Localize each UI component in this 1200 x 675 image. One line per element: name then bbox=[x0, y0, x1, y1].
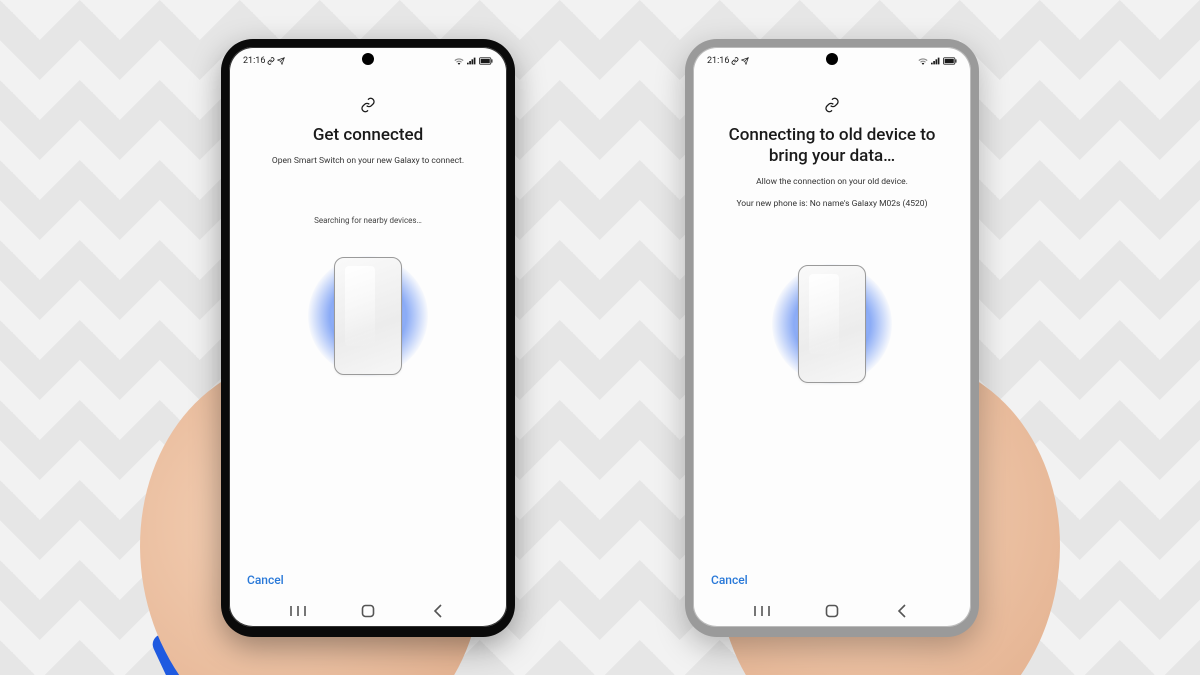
battery-icon bbox=[479, 57, 493, 65]
link-status-icon bbox=[731, 57, 739, 65]
page-title: Connecting to old device to bring your d… bbox=[713, 125, 951, 168]
signal-icon bbox=[467, 57, 476, 65]
back-button[interactable] bbox=[425, 601, 451, 621]
nav-bar bbox=[693, 595, 971, 627]
bottom-bar: Cancel bbox=[693, 565, 971, 595]
recents-button[interactable] bbox=[749, 601, 775, 621]
bottom-bar: Cancel bbox=[229, 565, 507, 595]
home-button[interactable] bbox=[819, 601, 845, 621]
wifi-icon bbox=[918, 57, 928, 65]
send-status-icon bbox=[277, 57, 285, 65]
camera-notch bbox=[826, 53, 838, 65]
screen-content: Get connected Open Smart Switch on your … bbox=[229, 73, 507, 565]
camera-notch bbox=[362, 53, 374, 65]
cancel-button[interactable]: Cancel bbox=[247, 573, 284, 587]
link-icon bbox=[249, 97, 487, 113]
right-hand-holding-phone: 21:16 bbox=[685, 39, 979, 637]
signal-icon bbox=[931, 57, 940, 65]
searching-graphic bbox=[757, 249, 907, 399]
send-status-icon bbox=[741, 57, 749, 65]
link-status-icon bbox=[267, 57, 275, 65]
device-outline-icon bbox=[334, 257, 402, 375]
nav-bar bbox=[229, 595, 507, 627]
device-info-line: Your new phone is: No name's Galaxy M02s… bbox=[713, 199, 951, 209]
home-button[interactable] bbox=[355, 601, 381, 621]
device-outline-icon bbox=[798, 265, 866, 383]
status-time: 21:16 bbox=[707, 56, 729, 66]
left-phone: 21:16 bbox=[221, 39, 515, 637]
cancel-button[interactable]: Cancel bbox=[711, 573, 748, 587]
wifi-icon bbox=[454, 57, 464, 65]
searching-label: Searching for nearby devices… bbox=[249, 216, 487, 225]
page-subtitle: Open Smart Switch on your new Galaxy to … bbox=[249, 156, 487, 166]
battery-icon bbox=[943, 57, 957, 65]
page-subtitle: Allow the connection on your old device. bbox=[713, 177, 951, 187]
page-title: Get connected bbox=[249, 125, 487, 146]
status-time: 21:16 bbox=[243, 56, 265, 66]
searching-graphic bbox=[293, 241, 443, 391]
recents-button[interactable] bbox=[285, 601, 311, 621]
back-button[interactable] bbox=[889, 601, 915, 621]
right-phone: 21:16 bbox=[685, 39, 979, 637]
link-icon bbox=[713, 97, 951, 113]
screen-content: Connecting to old device to bring your d… bbox=[693, 73, 971, 565]
left-hand-holding-phone: 21:16 bbox=[221, 39, 515, 637]
